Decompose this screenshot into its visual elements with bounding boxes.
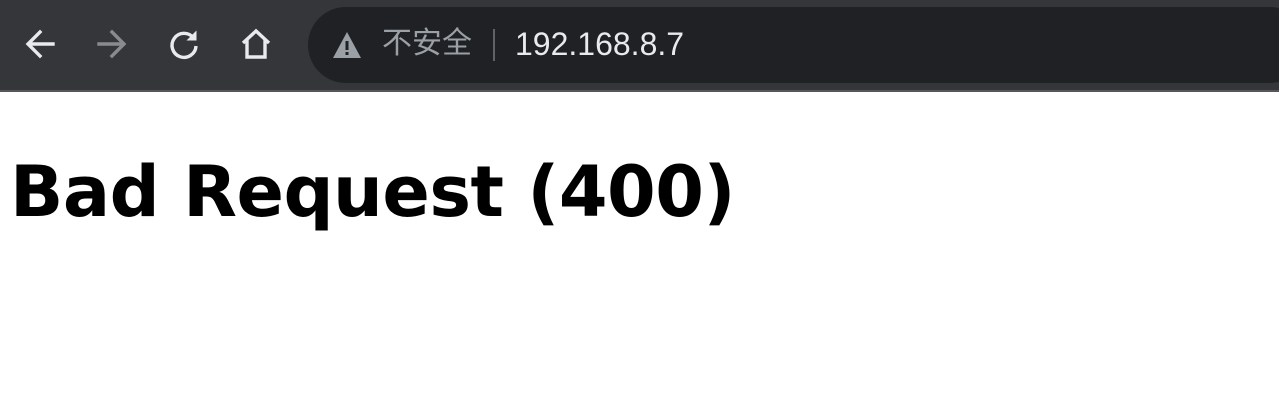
arrow-left-icon [25,29,55,59]
omnibox-separator [493,29,495,61]
home-icon [241,28,271,59]
address-bar[interactable]: 不安全 192.168.8.7 [308,7,1279,83]
security-status-label[interactable]: 不安全 [382,24,472,64]
arrow-right-icon [97,29,127,59]
reload-icon [170,30,198,59]
forward-button[interactable] [90,22,134,66]
page-title: Bad Request (400) [10,151,735,233]
home-button[interactable] [234,22,278,66]
reload-button[interactable] [162,22,206,66]
browser-toolbar: 不安全 192.168.8.7 [0,0,1279,92]
url-text[interactable]: 192.168.8.7 [515,24,684,64]
page-content: Bad Request (400) [0,92,1279,416]
back-button[interactable] [18,22,62,66]
warning-triangle-icon[interactable] [332,31,362,59]
